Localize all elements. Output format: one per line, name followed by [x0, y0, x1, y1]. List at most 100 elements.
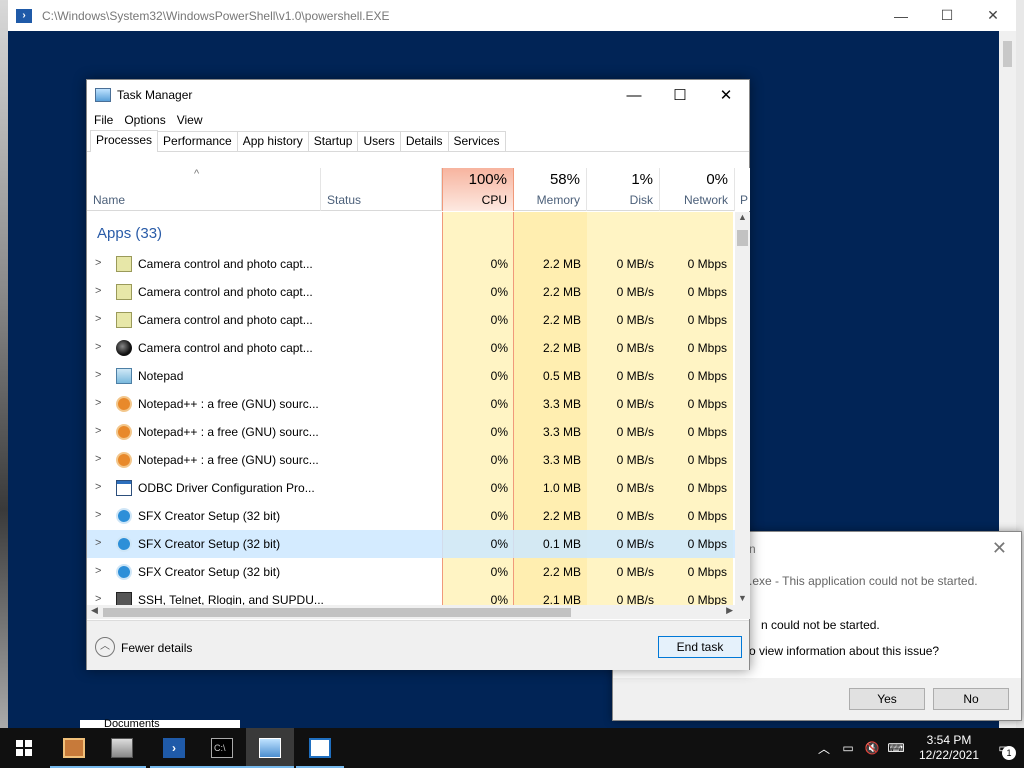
horizontal-scroll-thumb[interactable] [103, 608, 571, 617]
process-list-vertical-scrollbar[interactable]: ▲ ▼ [735, 212, 750, 605]
tab-processes[interactable]: Processes [90, 130, 159, 152]
expand-chevron-icon[interactable]: > [95, 565, 101, 577]
notification-badge: 1 [1002, 746, 1016, 760]
table-row[interactable]: > Camera control and photo capt... 0% 2.2 M… [87, 334, 735, 362]
tools-icon [111, 738, 133, 758]
process-memory: 2.2 MB [542, 341, 581, 355]
process-memory: 2.2 MB [542, 509, 581, 523]
table-row[interactable]: > SSH, Telnet, Rlogin, and SUPDU... 0% 2.1 … [87, 586, 735, 605]
taskbar-app-installer[interactable] [50, 728, 98, 768]
task-manager-window[interactable]: Task Manager — ☐ ✕ File Options View Pro… [86, 79, 750, 670]
expand-chevron-icon[interactable]: > [95, 369, 101, 381]
expand-chevron-icon[interactable]: > [95, 481, 101, 493]
process-list: Apps (33) > Camera control and photo capt… [87, 212, 735, 605]
windows-logo-icon [16, 740, 32, 756]
menu-view[interactable]: View [177, 113, 203, 127]
network-icon[interactable]: ▭ [836, 741, 860, 755]
column-header-disk[interactable]: 1% Disk [587, 168, 660, 211]
column-header-cpu[interactable]: 100% CPU [442, 168, 514, 211]
table-row[interactable]: > Notepad++ : a free (GNU) sourc... 0% 3.3 … [87, 418, 735, 446]
expand-chevron-icon[interactable]: > [95, 285, 101, 297]
notepad-plus-plus-icon [116, 396, 132, 412]
table-row[interactable]: > Notepad 0% 0.5 MB 0 MB/s 0 Mbps [87, 362, 735, 390]
table-row[interactable]: > SFX Creator Setup (32 bit) 0% 0.1 MB 0 MB/… [87, 530, 735, 558]
scroll-right-arrow-icon[interactable]: ▶ [726, 605, 733, 616]
expand-chevron-icon[interactable]: > [95, 257, 101, 269]
cmd-icon: C:\ [211, 738, 233, 758]
expand-chevron-icon[interactable]: > [95, 313, 101, 325]
clock[interactable]: 3:54 PM 12/22/2021 [914, 733, 984, 763]
scroll-left-arrow-icon[interactable]: ◀ [91, 605, 98, 616]
table-row[interactable]: > Camera control and photo capt... 0% 2.2 M… [87, 278, 735, 306]
menu-options[interactable]: Options [124, 113, 165, 127]
action-center-button[interactable]: ▭ 1 [984, 728, 1024, 768]
process-disk: 0 MB/s [616, 593, 654, 605]
process-cpu: 0% [490, 341, 508, 355]
column-header-network[interactable]: 0% Network [660, 168, 735, 211]
powershell-maximize-button[interactable]: ☐ [924, 0, 970, 31]
fewer-details-link[interactable]: Fewer details [121, 641, 192, 655]
tab-services[interactable]: Services [447, 131, 506, 151]
powershell-titlebar[interactable]: › C:\Windows\System32\WindowsPowerShell\… [8, 0, 1016, 31]
powershell-close-button[interactable]: ✕ [970, 0, 1016, 31]
process-memory: 3.3 MB [542, 425, 581, 439]
table-row[interactable]: > SFX Creator Setup (32 bit) 0% 2.2 MB 0 MB/… [87, 558, 735, 586]
table-row[interactable]: > Camera control and photo capt... 0% 2.2 M… [87, 250, 735, 278]
installer-icon [63, 738, 85, 758]
volume-muted-icon[interactable]: 🔇 [860, 741, 884, 755]
tm-minimize-button[interactable]: — [611, 80, 657, 110]
error-dialog-close-button[interactable]: ✕ [992, 538, 1007, 559]
powershell-minimize-button[interactable]: — [878, 0, 924, 31]
taskbar-app-window[interactable] [296, 728, 344, 768]
end-task-button[interactable]: End task [658, 636, 742, 658]
error-no-button[interactable]: No [933, 688, 1009, 710]
process-cpu: 0% [490, 453, 508, 467]
tab-app-history[interactable]: App history [236, 131, 309, 151]
error-yes-button[interactable]: Yes [849, 688, 925, 710]
column-header-status[interactable]: Status [321, 168, 442, 211]
column-header-power-partial[interactable]: P [735, 168, 750, 211]
start-button[interactable] [0, 728, 48, 768]
powershell-scroll-thumb[interactable] [1003, 41, 1012, 67]
expand-chevron-icon[interactable]: > [95, 593, 101, 605]
table-row[interactable]: > ODBC Driver Configuration Pro... 0% 1.0 M… [87, 474, 735, 502]
scroll-up-arrow-icon[interactable]: ▲ [738, 212, 747, 222]
tab-users[interactable]: Users [357, 131, 401, 151]
column-cpu-label: CPU [481, 193, 507, 207]
expand-chevron-icon[interactable]: > [95, 341, 101, 353]
table-row[interactable]: > Notepad++ : a free (GNU) sourc... 0% 3.3 … [87, 390, 735, 418]
process-list-horizontal-scrollbar[interactable]: ◀ ▶ [87, 605, 735, 619]
menu-file[interactable]: File [94, 113, 113, 127]
process-network: 0 Mbps [687, 509, 727, 523]
scroll-down-arrow-icon[interactable]: ▼ [738, 593, 747, 603]
tab-performance[interactable]: Performance [157, 131, 238, 151]
table-row[interactable]: > SFX Creator Setup (32 bit) 0% 2.2 MB 0 MB/… [87, 502, 735, 530]
column-header-name[interactable]: ^ Name [87, 168, 321, 211]
table-row[interactable]: > Camera control and photo capt... 0% 2.2 M… [87, 306, 735, 334]
tm-close-button[interactable]: ✕ [703, 80, 749, 110]
process-cpu: 0% [490, 481, 508, 495]
keyboard-icon[interactable]: ⌨ [884, 741, 908, 755]
process-cpu: 0% [490, 425, 508, 439]
group-header-apps[interactable]: Apps (33) [87, 212, 735, 250]
column-header-memory[interactable]: 58% Memory [514, 168, 587, 211]
fewer-details-chevron-icon[interactable]: ︿ [95, 637, 115, 657]
taskbar-app-powershell[interactable]: › [150, 728, 198, 768]
vertical-scroll-thumb[interactable] [737, 230, 748, 246]
expand-chevron-icon[interactable]: > [95, 537, 101, 549]
show-hidden-icons-chevron-icon[interactable]: ︿ [812, 740, 836, 757]
expand-chevron-icon[interactable]: > [95, 425, 101, 437]
expand-chevron-icon[interactable]: > [95, 397, 101, 409]
taskbar-app-cmd[interactable]: C:\ [198, 728, 246, 768]
tm-maximize-button[interactable]: ☐ [657, 80, 703, 110]
expand-chevron-icon[interactable]: > [95, 509, 101, 521]
taskbar-app-task-manager[interactable] [246, 728, 294, 768]
disk-total-percent: 1% [631, 171, 653, 188]
task-manager-titlebar[interactable]: Task Manager — ☐ ✕ [87, 80, 749, 110]
taskbar-app-tools[interactable] [98, 728, 146, 768]
process-network: 0 Mbps [687, 425, 727, 439]
table-row[interactable]: > Notepad++ : a free (GNU) sourc... 0% 3.3 … [87, 446, 735, 474]
tab-details[interactable]: Details [399, 131, 449, 151]
expand-chevron-icon[interactable]: > [95, 453, 101, 465]
tab-startup[interactable]: Startup [307, 131, 359, 151]
